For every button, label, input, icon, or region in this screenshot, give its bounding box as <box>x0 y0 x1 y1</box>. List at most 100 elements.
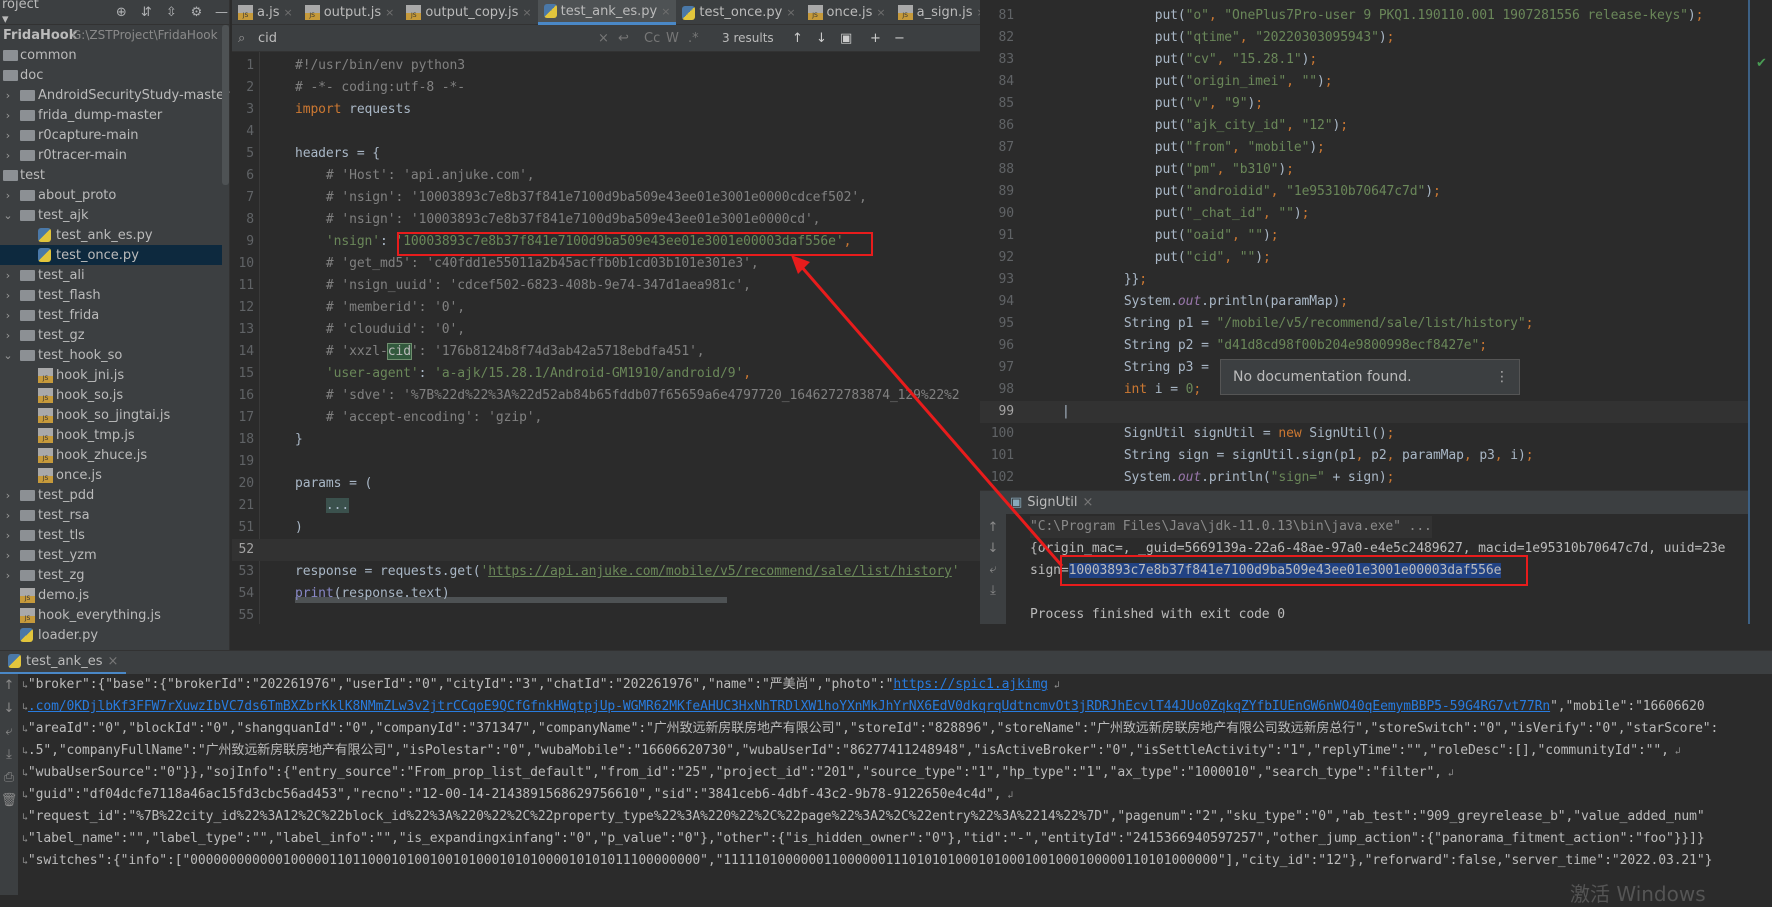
code-line[interactable]: 55 <box>232 605 980 624</box>
scroll-to-end-icon[interactable]: ⤓ <box>6 747 12 762</box>
tab-test-once-py[interactable]: test_once.py × <box>676 0 801 25</box>
tree-item[interactable]: › test_frida <box>0 305 222 325</box>
console-link[interactable]: .com/0KDjlbKf3FFW7rXuwzIbVC7ds6TmBXZbrKk… <box>28 699 1550 714</box>
code-line[interactable]: 14 # 'xxzl-cid': '176b8124b8f74d3ab42a57… <box>232 341 980 363</box>
tree-item[interactable]: › r0capture-main <box>0 125 222 145</box>
close-icon[interactable]: × <box>1083 495 1094 510</box>
code-line[interactable]: 8 # 'nsign': '10003893c7e8b37f841e7100d9… <box>232 209 980 231</box>
tree-item[interactable]: JS once.js <box>0 465 222 485</box>
code-line[interactable]: 15 'user-agent': 'a-ajk/15.28.1/Android-… <box>232 363 980 385</box>
tree-item[interactable]: › test_gz <box>0 325 222 345</box>
code-line[interactable]: 84 put("origin_imei", ""); <box>980 71 1748 93</box>
target-icon[interactable]: ⊕ <box>114 5 129 20</box>
close-icon[interactable]: × <box>107 654 118 669</box>
up-icon[interactable]: ↑ <box>988 520 999 535</box>
code-line[interactable]: 96 String p2 = "d41d8cd98f00b204e9800998… <box>980 335 1748 357</box>
chevron-right-icon[interactable]: › <box>2 549 14 562</box>
code-line[interactable]: 89 put("androidid", "1e95310b70647c7d"); <box>980 181 1748 203</box>
more-options-icon[interactable]: ⋮ <box>1495 369 1509 385</box>
run-tab-test-ank-es[interactable]: test_ank_es × <box>0 651 127 675</box>
folded-region[interactable]: ... <box>325 498 349 513</box>
tab-test-ank-es-py[interactable]: test_ank_es.py × <box>537 0 677 25</box>
tab-output-copy-js[interactable]: JS output_copy.js × <box>400 0 537 25</box>
chevron-right-icon[interactable]: › <box>2 509 14 522</box>
chevron-right-icon[interactable]: › <box>2 89 14 102</box>
code-line[interactable]: 21 ... <box>232 495 980 517</box>
tab-a-sign-js[interactable]: JSa_sign.js× <box>892 0 992 25</box>
remove-selection-icon[interactable]: − <box>894 31 918 46</box>
replace-toggle-icon[interactable]: ↩ <box>618 31 644 46</box>
run-tab-signutil[interactable]: ▣ SignUtil × <box>1010 495 1093 510</box>
code-line[interactable]: 86 put("ajk_city_id", "12"); <box>980 115 1748 137</box>
tree-item[interactable]: JS hook_tmp.js <box>0 425 222 445</box>
tree-item[interactable]: › test_rsa <box>0 505 222 525</box>
tree-item[interactable]: ⌄ test_ajk <box>0 205 222 225</box>
close-icon[interactable]: × <box>385 6 394 19</box>
code-line[interactable]: 100 SignUtil signUtil = new SignUtil(); <box>980 423 1748 445</box>
code-line[interactable]: 94 System.out.println(paramMap); <box>980 291 1748 313</box>
tree-item[interactable]: › test_yzm <box>0 545 222 565</box>
code-line[interactable]: 52 <box>232 539 980 561</box>
collapse-all-icon[interactable]: ⇳ <box>164 5 179 20</box>
down-icon[interactable]: ↓ <box>4 701 15 716</box>
code-line[interactable]: 99 | <box>980 401 1748 423</box>
minimize-icon[interactable]: — <box>214 5 229 20</box>
chevron-right-icon[interactable]: › <box>2 269 14 282</box>
tree-item[interactable]: › test_ali <box>0 265 222 285</box>
code-line[interactable]: 82 put("qtime", "20220303095943"); <box>980 27 1748 49</box>
code-line[interactable]: 16 # 'sdve': '%7B%22d%22%3A%22d52ab84b65… <box>232 385 980 407</box>
code-line[interactable]: 2 # -*- coding:utf-8 -*- <box>232 77 980 99</box>
code-line[interactable]: 19 <box>232 451 980 473</box>
code-line[interactable]: 6 # 'Host': 'api.anjuke.com', <box>232 165 980 187</box>
match-case-button[interactable]: Cc <box>644 31 666 46</box>
code-line[interactable]: 53 response = requests.get('https://api.a… <box>232 561 980 583</box>
whole-word-button[interactable]: W <box>666 31 688 46</box>
chevron-right-icon[interactable]: › <box>2 309 14 322</box>
output-console[interactable]: ↑ ↓ ⤶ ⤓ ⎙ 🗑 ↳"broker":{"base":{"brokerId… <box>0 674 1772 895</box>
tab-once-js[interactable]: JS once.js × <box>802 0 892 25</box>
add-selection-icon[interactable]: + <box>870 31 894 46</box>
gear-icon[interactable]: ⚙ <box>189 5 204 20</box>
tree-item[interactable]: test_ank_es.py <box>0 225 222 245</box>
code-line[interactable]: 101 String sign = signUtil.sign(p1, p2, … <box>980 445 1748 467</box>
tree-item[interactable]: test <box>0 165 222 185</box>
code-line[interactable]: 1 #!/usr/bin/env python3 <box>232 55 980 77</box>
tree-item[interactable]: › AndroidSecurityStudy-master <box>0 85 230 105</box>
select-all-occurrences-icon[interactable]: ▣ <box>840 31 870 46</box>
code-line[interactable]: 18} <box>232 429 980 451</box>
chevron-down-icon[interactable]: ⌄ <box>2 209 14 222</box>
regex-button[interactable]: .* <box>688 31 722 46</box>
tree-item[interactable]: JS hook_everything.js <box>0 605 222 625</box>
code-line[interactable]: 3 import requests <box>232 99 980 121</box>
code-line[interactable]: 95 String p1 = "/mobile/v5/recommend/sal… <box>980 313 1748 335</box>
up-icon[interactable]: ↑ <box>4 678 15 693</box>
chevron-right-icon[interactable]: › <box>2 489 14 502</box>
tree-item[interactable]: › frida_dump-master <box>0 105 222 125</box>
chevron-right-icon[interactable]: › <box>2 569 14 582</box>
print-icon[interactable]: ⎙ <box>4 770 14 785</box>
tree-item[interactable]: JS demo.js <box>0 585 222 605</box>
next-occurrence-icon[interactable]: ↓ <box>816 31 840 46</box>
tree-item[interactable]: JS hook_so_jingtai.js <box>0 405 222 425</box>
tree-item[interactable]: › test_pdd <box>0 485 222 505</box>
code-line[interactable]: 88 put("pm", "b310"); <box>980 159 1748 181</box>
code-line[interactable]: 5 headers = { <box>232 143 980 165</box>
close-icon[interactable]: × <box>283 6 292 19</box>
code-line[interactable]: 54 print(response.text) <box>232 583 980 605</box>
project-view-selector[interactable]: roject ▾ <box>2 0 47 27</box>
code-line[interactable]: 20 params = ( <box>232 473 980 495</box>
code-line[interactable]: 92 put("cid", ""); <box>980 247 1748 269</box>
code-line[interactable]: 85 put("v", "9"); <box>980 93 1748 115</box>
close-icon[interactable]: × <box>786 6 795 19</box>
expand-all-icon[interactable]: ⇵ <box>139 5 154 20</box>
soft-wrap-icon[interactable]: ⤶ <box>989 562 996 577</box>
code-line[interactable]: 81 put("o", "OnePlus7Pro-user 9 PKQ1.190… <box>980 5 1748 27</box>
code-line[interactable]: 13 # 'clouduid': '0', <box>232 319 980 341</box>
clear-search-icon[interactable]: × <box>598 31 618 46</box>
chevron-right-icon[interactable]: › <box>2 329 14 342</box>
console-link[interactable]: https://spic1.ajkimg <box>893 677 1048 692</box>
tree-item[interactable]: doc <box>0 65 222 85</box>
code-line[interactable]: 83 put("cv", "15.28.1"); <box>980 49 1748 71</box>
code-line[interactable]: 93 }}; <box>980 269 1748 291</box>
code-line[interactable]: 90 put("_chat_id", ""); <box>980 203 1748 225</box>
